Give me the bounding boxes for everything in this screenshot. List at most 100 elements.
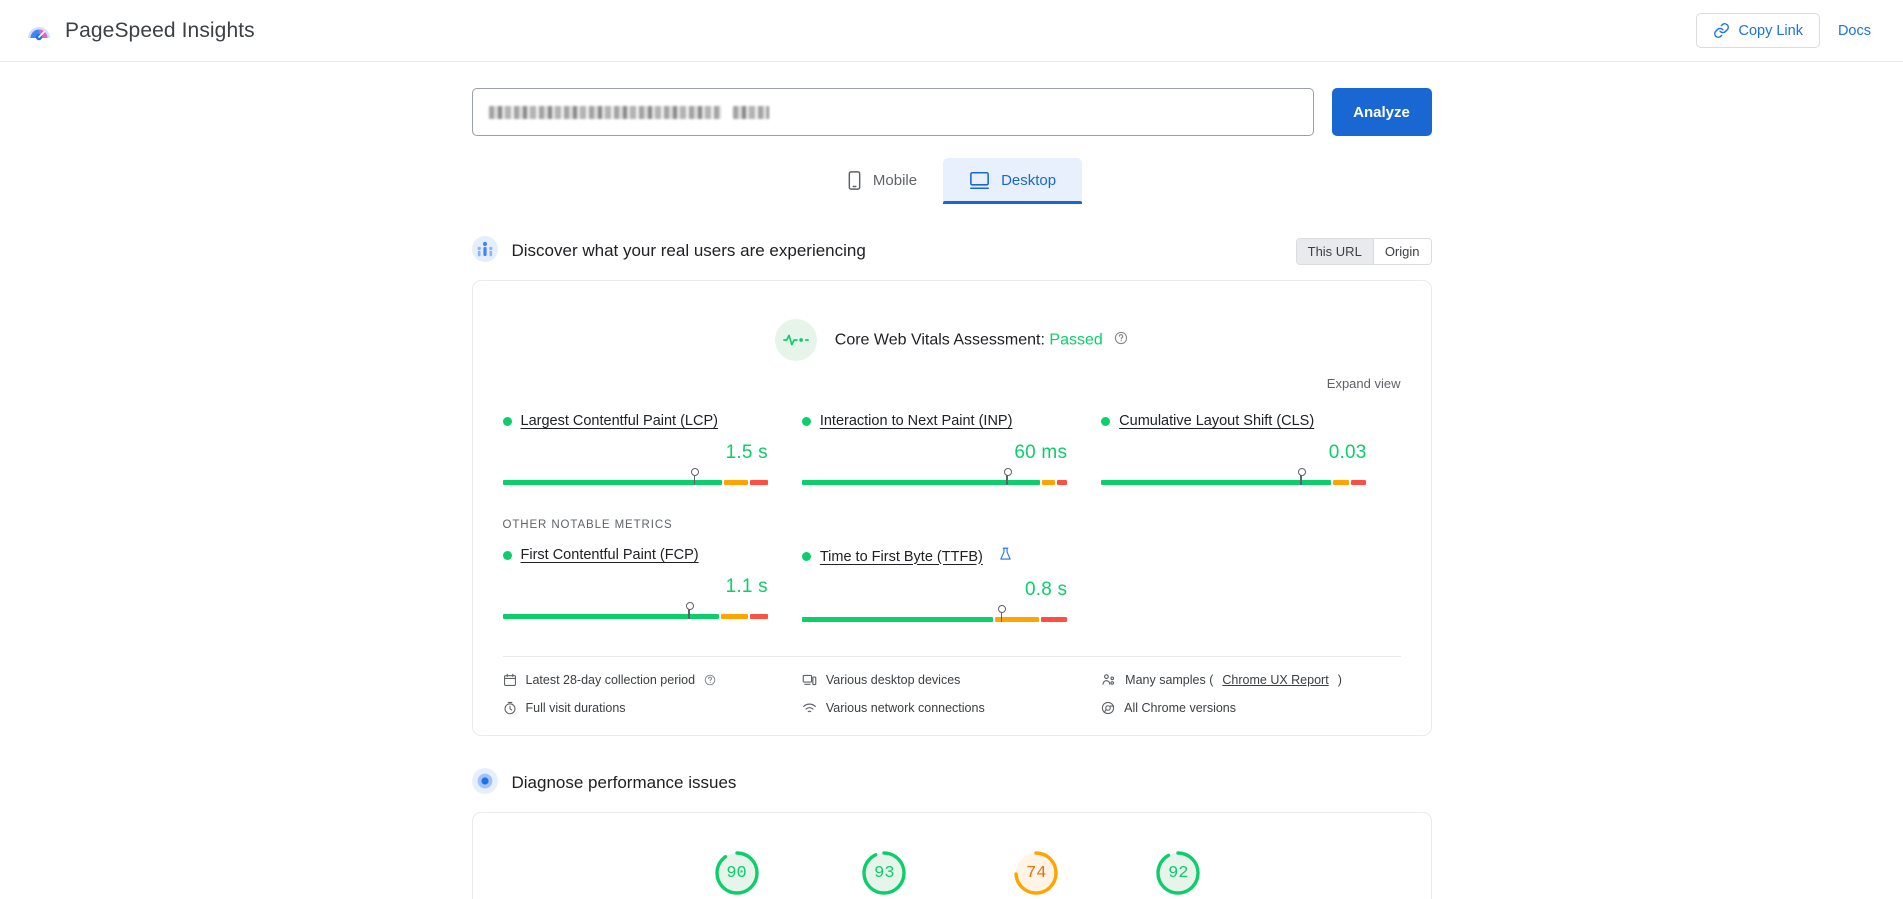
samples-icon xyxy=(1101,673,1116,687)
copy-link-button[interactable]: Copy Link xyxy=(1696,13,1819,48)
link-icon xyxy=(1713,22,1730,39)
metric-ttfb-distribution xyxy=(802,608,1067,622)
help-circle-icon[interactable] xyxy=(1114,331,1128,350)
core-web-vitals-metrics: Largest Contentful Paint (LCP) 1.5 s xyxy=(503,413,1401,485)
field-section-title: Discover what your real users are experi… xyxy=(512,241,866,261)
status-dot-good xyxy=(1101,417,1110,426)
flask-experiment-icon[interactable] xyxy=(999,547,1012,566)
tab-desktop-label: Desktop xyxy=(1001,172,1056,189)
brand: PageSpeed Insights xyxy=(24,16,255,46)
scope-origin-button[interactable]: Origin xyxy=(1374,239,1431,264)
lab-scores-card: 90 Performance 93 Accessibility xyxy=(472,812,1432,899)
tab-desktop[interactable]: Desktop xyxy=(943,158,1082,204)
segment-poor xyxy=(1351,480,1367,485)
metric-cls-value: 0.03 xyxy=(1101,442,1366,464)
url-input[interactable] xyxy=(472,88,1314,136)
score-seo[interactable]: 92 SEO xyxy=(1154,849,1202,899)
app-title: PageSpeed Insights xyxy=(65,19,255,43)
score-performance[interactable]: 90 Performance xyxy=(701,849,773,899)
segment-average xyxy=(1042,480,1055,485)
metric-ttfb: Time to First Byte (TTFB) 0.8 s xyxy=(802,547,1101,622)
wifi-icon xyxy=(802,701,817,715)
metric-lcp-distribution xyxy=(503,471,768,485)
meta-samples-text: Many samples ( xyxy=(1125,673,1213,687)
analyze-form: Analyze xyxy=(472,88,1432,136)
score-accessibility-value: 93 xyxy=(860,849,908,897)
segment-good xyxy=(503,614,720,619)
gauge-best-practices: 74 xyxy=(1012,849,1060,897)
other-notable-metrics: First Contentful Paint (FCP) 1.1 s xyxy=(503,547,1401,622)
analyze-button[interactable]: Analyze xyxy=(1332,88,1432,136)
metric-fcp-name[interactable]: First Contentful Paint (FCP) xyxy=(521,547,699,563)
metric-inp-name[interactable]: Interaction to Next Paint (INP) xyxy=(820,413,1013,429)
tab-mobile[interactable]: Mobile xyxy=(821,158,943,204)
field-data-card: Core Web Vitals Assessment: Passed Expan… xyxy=(472,280,1432,736)
cwv-assessment: Core Web Vitals Assessment: Passed xyxy=(503,319,1401,361)
meta-visit-durations: Full visit durations xyxy=(503,701,802,715)
status-dot-good xyxy=(503,551,512,560)
redacted-url-text-tail xyxy=(733,106,769,119)
metric-inp-value: 60 ms xyxy=(802,442,1067,464)
segment-average xyxy=(1333,480,1349,485)
metric-lcp-name[interactable]: Largest Contentful Paint (LCP) xyxy=(521,413,718,429)
status-dot-good xyxy=(802,417,811,426)
metric-lcp-header: Largest Contentful Paint (LCP) xyxy=(503,413,768,429)
metric-inp-distribution xyxy=(802,471,1067,485)
app-header: PageSpeed Insights Copy Link Docs xyxy=(0,0,1903,62)
devices-icon xyxy=(802,673,817,687)
metric-marker xyxy=(1001,609,1003,622)
score-seo-value: 92 xyxy=(1154,849,1202,897)
segment-good xyxy=(802,480,1040,485)
expand-view-link[interactable]: Expand view xyxy=(503,376,1401,391)
help-circle-icon[interactable] xyxy=(704,674,716,686)
collection-metadata: Latest 28-day collection period xyxy=(503,656,1401,735)
status-dot-good xyxy=(802,552,811,561)
scope-this-url-button[interactable]: This URL xyxy=(1297,239,1373,264)
segment-average xyxy=(721,614,747,619)
pagespeed-logo-icon xyxy=(24,16,54,46)
scope-toggle: This URL Origin xyxy=(1296,238,1432,265)
meta-network: Various network connections xyxy=(802,701,1101,715)
meta-samples: Many samples ( Chrome UX Report) xyxy=(1101,673,1400,687)
header-actions: Copy Link Docs xyxy=(1696,13,1879,48)
score-performance-value: 90 xyxy=(713,849,761,897)
segment-poor xyxy=(1041,617,1067,622)
docs-link[interactable]: Docs xyxy=(1838,23,1879,39)
metric-inp-header: Interaction to Next Paint (INP) xyxy=(802,413,1067,429)
gauge-accessibility: 93 xyxy=(860,849,908,897)
metric-placeholder xyxy=(1101,547,1400,622)
segment-average xyxy=(724,480,748,485)
metric-cls: Cumulative Layout Shift (CLS) 0.03 xyxy=(1101,413,1400,485)
metric-marker xyxy=(688,606,690,619)
timer-icon xyxy=(503,701,517,715)
calendar-icon xyxy=(503,673,517,687)
category-scores: 90 Performance 93 Accessibility xyxy=(473,813,1431,899)
meta-samples-text-after: ) xyxy=(1338,673,1342,687)
score-accessibility[interactable]: 93 Accessibility xyxy=(850,849,918,899)
metric-marker xyxy=(694,472,696,485)
meta-chrome-versions-text: All Chrome versions xyxy=(1124,701,1236,715)
meta-collection-period: Latest 28-day collection period xyxy=(503,673,802,687)
cwv-assessment-text: Core Web Vitals Assessment: Passed xyxy=(835,331,1128,350)
metric-cls-distribution xyxy=(1101,471,1366,485)
metric-ttfb-value: 0.8 s xyxy=(802,579,1067,601)
segment-poor xyxy=(750,480,768,485)
gauge-seo: 92 xyxy=(1154,849,1202,897)
tab-mobile-label: Mobile xyxy=(873,172,917,189)
device-tabs: Mobile Desktop xyxy=(472,158,1432,204)
metric-cls-header: Cumulative Layout Shift (CLS) xyxy=(1101,413,1366,429)
meta-visit-durations-text: Full visit durations xyxy=(526,701,626,715)
cwv-assessment-result: Passed xyxy=(1049,331,1102,348)
pulse-heartbeat-icon xyxy=(775,319,817,361)
meta-chrome-versions: All Chrome versions xyxy=(1101,701,1400,715)
metric-cls-name[interactable]: Cumulative Layout Shift (CLS) xyxy=(1119,413,1314,429)
score-best-practices[interactable]: 74 Best Practices xyxy=(996,849,1076,899)
chrome-ux-report-link[interactable]: Chrome UX Report xyxy=(1222,673,1328,687)
mobile-phone-icon xyxy=(847,171,862,190)
metric-fcp-distribution xyxy=(503,605,768,619)
metric-marker xyxy=(1300,472,1302,485)
segment-good xyxy=(503,480,723,485)
metric-ttfb-name[interactable]: Time to First Byte (TTFB) xyxy=(820,549,983,565)
real-users-icon xyxy=(472,236,498,267)
meta-devices-text: Various desktop devices xyxy=(826,673,961,687)
